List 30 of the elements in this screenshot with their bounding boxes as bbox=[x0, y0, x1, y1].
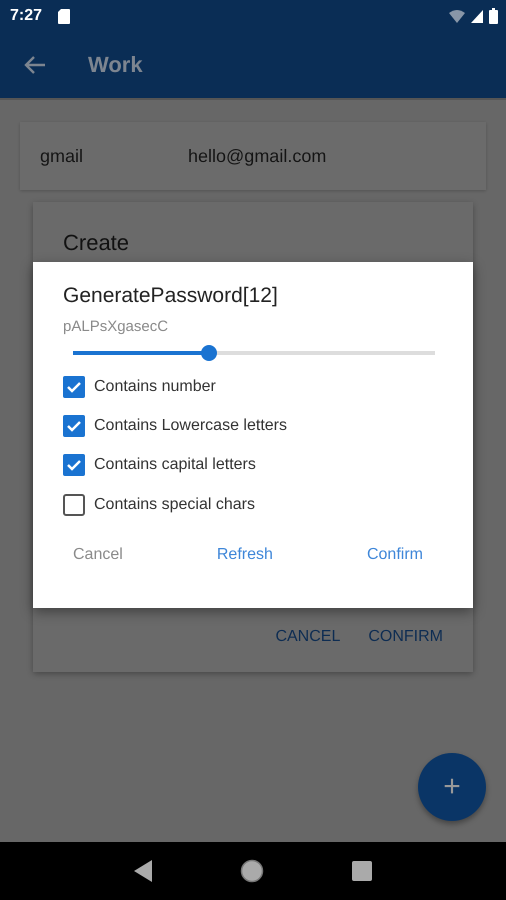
checkbox[interactable] bbox=[63, 414, 85, 437]
dialog-button[interactable]: CANCEL bbox=[265, 622, 350, 652]
signal-icon bbox=[471, 10, 483, 22]
status-time: 7:27 bbox=[10, 7, 42, 25]
dialog-button[interactable]: Refresh bbox=[206, 540, 283, 570]
entry-card[interactable]: gmail hello@gmail.com bbox=[20, 122, 486, 190]
option-label: Contains number bbox=[94, 378, 216, 396]
dialog-button[interactable]: Confirm bbox=[356, 540, 433, 570]
option-label: Contains capital letters bbox=[94, 456, 256, 474]
checkbox[interactable] bbox=[63, 494, 85, 516]
app-title: Work bbox=[88, 52, 143, 78]
dialog-button[interactable]: Cancel bbox=[63, 540, 133, 570]
dialog-button[interactable]: CONFIRM bbox=[358, 622, 453, 652]
checkbox[interactable] bbox=[63, 376, 85, 398]
checkbox[interactable] bbox=[63, 454, 85, 476]
option-label: Contains Lowercase letters bbox=[94, 416, 287, 435]
home-icon[interactable] bbox=[240, 859, 264, 883]
dialog-title: GeneratePassword[12] bbox=[63, 284, 279, 308]
sd-card-icon bbox=[58, 8, 70, 24]
battery-icon bbox=[489, 8, 498, 24]
back-icon[interactable] bbox=[134, 860, 152, 882]
dialog-title: Create bbox=[63, 230, 130, 256]
option-label: Contains special chars bbox=[94, 496, 255, 514]
slider-thumb[interactable] bbox=[201, 345, 218, 361]
wifi-icon bbox=[449, 10, 465, 22]
entry-name: gmail bbox=[40, 146, 84, 166]
back-arrow-icon[interactable] bbox=[24, 56, 46, 74]
generated-password: pALPsXgasecC bbox=[63, 318, 170, 335]
add-button[interactable]: + bbox=[418, 753, 486, 821]
entry-account: hello@gmail.com bbox=[188, 146, 326, 166]
